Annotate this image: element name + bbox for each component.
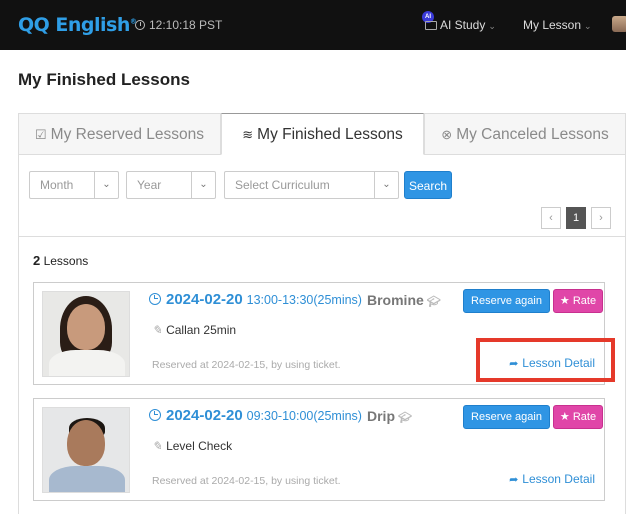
- share-arrow-icon: ➦: [509, 358, 519, 370]
- share-arrow-icon: ➦: [509, 474, 519, 486]
- lesson-detail-link[interactable]: ➦ Lesson Detail: [509, 356, 595, 370]
- lesson-date: 2024-02-20: [166, 291, 243, 308]
- reserve-again-button[interactable]: Reserve again: [463, 405, 550, 429]
- lesson-detail-label: Lesson Detail: [522, 472, 595, 486]
- star-icon: ★: [559, 295, 570, 307]
- course-name-label: Callan 25min: [166, 323, 237, 337]
- course-name: ✎ Level Check: [152, 439, 232, 453]
- photo-face: [67, 420, 105, 466]
- rate-button-label: Rate: [572, 295, 597, 307]
- nav-ai-study[interactable]: AI Study ⌄: [425, 18, 496, 32]
- tab-my-reserved-lessons[interactable]: ☑ My Reserved Lessons: [18, 113, 221, 155]
- chevron-down-icon: ⌄: [94, 172, 118, 198]
- teacher-name-label: Bromine: [367, 292, 424, 308]
- lesson-date: 2024-02-20: [166, 407, 243, 424]
- user-avatar[interactable]: [612, 16, 626, 32]
- lesson-count: 2 Lessons: [33, 253, 88, 268]
- teacher-name[interactable]: Drip 🎓︎: [367, 408, 412, 424]
- tab-label: My Canceled Lessons: [456, 126, 609, 143]
- course-name: ✎ Callan 25min: [152, 323, 236, 337]
- logo-text: QQ English: [18, 14, 130, 36]
- times-circle-icon: ⊗: [441, 127, 453, 142]
- photo-face: [67, 304, 105, 350]
- curriculum-select-placeholder: Select Curriculum: [235, 178, 330, 192]
- pagination-page-1[interactable]: 1: [566, 207, 586, 229]
- reserved-note: Reserved at 2024-02-15, by using ticket.: [152, 359, 341, 371]
- curriculum-select[interactable]: Select Curriculum ⌄: [224, 171, 399, 199]
- chevron-down-icon: ⌄: [191, 172, 215, 198]
- teacher-name[interactable]: Bromine 🎓︎: [367, 292, 441, 308]
- course-name-label: Level Check: [166, 439, 233, 453]
- tab-my-finished-lessons[interactable]: ≋ My Finished Lessons: [221, 113, 424, 155]
- server-clock: 12:10:18 PST: [135, 18, 222, 32]
- graduation-cap-icon: [425, 21, 437, 30]
- page-title: My Finished Lessons: [18, 70, 190, 89]
- year-select-placeholder: Year: [137, 178, 162, 192]
- chevron-down-icon: ⌄: [584, 21, 592, 31]
- nav-my-lesson-label: My Lesson: [523, 18, 582, 32]
- star-icon: ★: [559, 411, 570, 423]
- lesson-card: 2024-02-20 13:00-13:30(25mins) Bromine 🎓︎…: [33, 282, 605, 385]
- month-select[interactable]: Month ⌄: [29, 171, 119, 199]
- top-navbar: QQ English® 12:10:18 PST AI AI Study ⌄ My…: [0, 0, 626, 50]
- clock-icon: [135, 20, 145, 30]
- teacher-name-label: Drip: [367, 408, 395, 424]
- lesson-datetime: 2024-02-20 09:30-10:00(25mins): [149, 407, 362, 424]
- teacher-photo[interactable]: [42, 407, 130, 493]
- month-select-placeholder: Month: [40, 178, 74, 192]
- chevron-down-icon: ⌄: [374, 172, 398, 198]
- lessons-panel: 2 Lessons 2024-02-20 13:00-13:30(25mins)…: [18, 237, 626, 514]
- rate-button[interactable]: ★ Rate: [553, 289, 603, 313]
- pagination-prev-button[interactable]: ‹: [541, 207, 561, 229]
- lesson-count-number: 2: [33, 253, 41, 268]
- clock-icon: [149, 409, 161, 421]
- lesson-detail-label: Lesson Detail: [522, 356, 595, 370]
- photo-body: [49, 350, 125, 376]
- teacher-photo[interactable]: [42, 291, 130, 377]
- qq-english-logo[interactable]: QQ English®: [18, 14, 137, 36]
- lesson-tabs: ☑ My Reserved Lessons ≋ My Finished Lesson…: [18, 113, 626, 155]
- graduation-cap-icon: 🎓︎: [398, 412, 412, 424]
- search-button[interactable]: Search: [404, 171, 452, 199]
- reserve-again-button[interactable]: Reserve again: [463, 289, 550, 313]
- rate-button[interactable]: ★ Rate: [553, 405, 603, 429]
- pencil-icon: ✎: [152, 439, 163, 453]
- tab-my-canceled-lessons[interactable]: ⊗ My Canceled Lessons: [424, 113, 626, 155]
- nav-ai-study-label: AI Study: [440, 18, 486, 32]
- lesson-count-label: Lessons: [43, 254, 89, 268]
- tab-label: My Reserved Lessons: [50, 126, 204, 143]
- lesson-time: 09:30-10:00(25mins): [246, 409, 362, 423]
- rate-button-label: Rate: [572, 411, 597, 423]
- lesson-card: 2024-02-20 09:30-10:00(25mins) Drip 🎓︎ ✎ L…: [33, 398, 605, 501]
- chevron-down-icon: ⌄: [488, 21, 496, 31]
- clock-icon: [149, 293, 161, 305]
- tab-label: My Finished Lessons: [257, 126, 403, 143]
- lesson-datetime: 2024-02-20 13:00-13:30(25mins): [149, 291, 362, 308]
- nav-my-lesson[interactable]: My Lesson ⌄: [523, 18, 592, 32]
- reserved-note: Reserved at 2024-02-15, by using ticket.: [152, 475, 341, 487]
- lesson-detail-link[interactable]: ➦ Lesson Detail: [509, 472, 595, 486]
- filter-panel: Month ⌄ Year ⌄ Select Curriculum ⌄ Searc…: [18, 154, 626, 237]
- graduation-cap-icon: 🎓︎: [426, 296, 441, 308]
- calendar-check-icon: ☑: [35, 127, 47, 142]
- server-time: 12:10:18 PST: [149, 18, 223, 32]
- lesson-time: 13:00-13:30(25mins): [246, 293, 362, 307]
- layers-icon: ≋: [242, 127, 254, 142]
- pencil-icon: ✎: [152, 323, 163, 337]
- year-select[interactable]: Year ⌄: [126, 171, 216, 199]
- pagination-next-button[interactable]: ›: [591, 207, 611, 229]
- photo-body: [49, 466, 125, 492]
